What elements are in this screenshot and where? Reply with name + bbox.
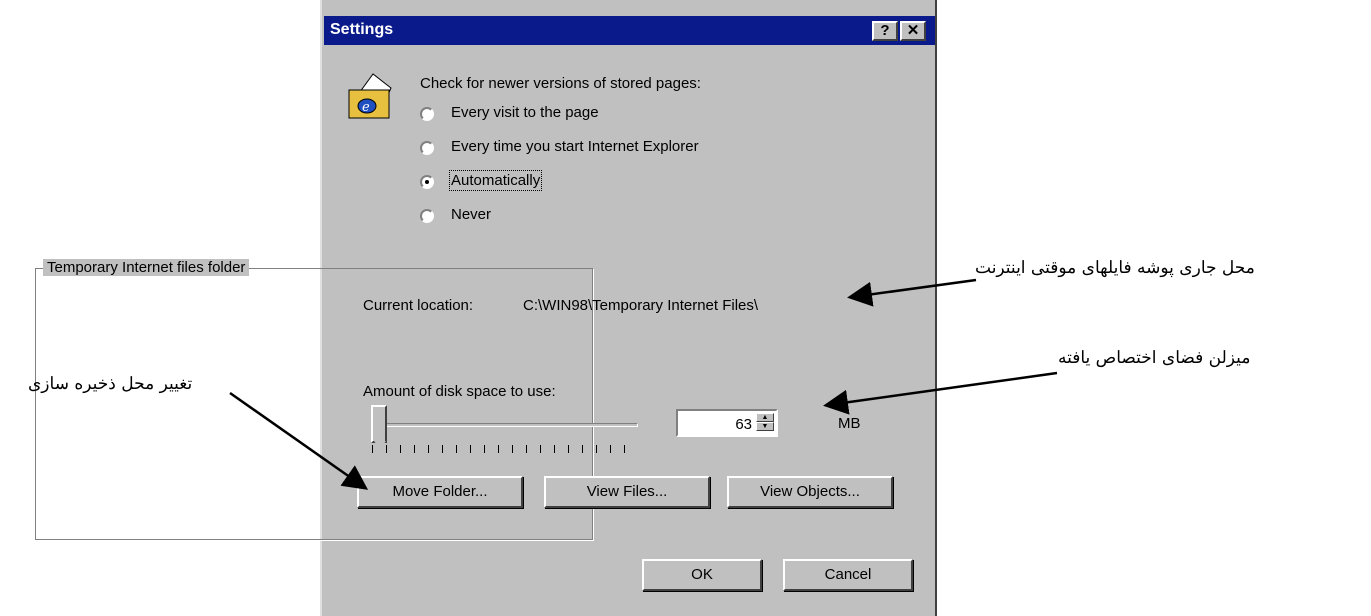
annotation-arrows [229,278,1058,490]
arrow-move [229,391,369,490]
arrow-space [823,371,1058,415]
arrow-location [847,278,977,307]
